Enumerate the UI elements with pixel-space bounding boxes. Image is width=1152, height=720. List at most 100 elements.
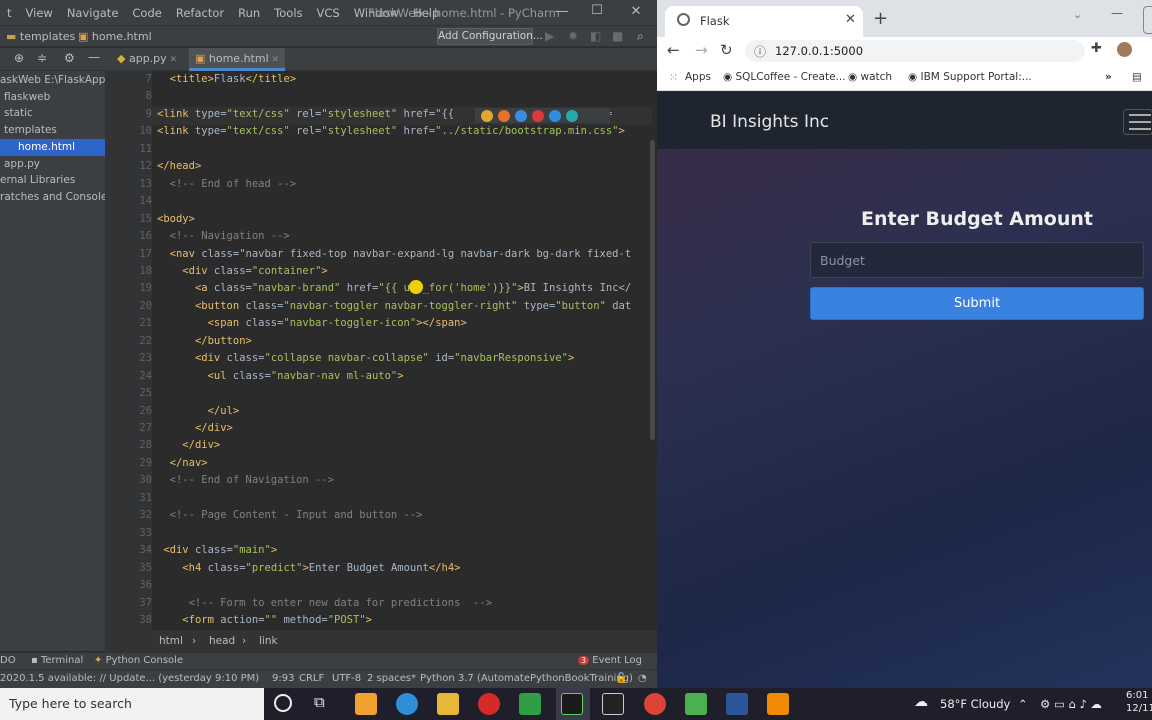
forward-arrow-icon[interactable]: → — [695, 41, 708, 59]
editor-scrollbar[interactable] — [650, 140, 655, 440]
maximize-icon[interactable]: ☐ — [589, 3, 605, 18]
navbar-brand[interactable]: BI Insights Inc — [710, 112, 829, 132]
opera-icon[interactable] — [532, 109, 544, 122]
code-line[interactable]: <title>Flask</title> — [157, 71, 296, 89]
project-tree-item[interactable]: ernal Libraries — [0, 172, 105, 189]
breadcrumb-item[interactable]: link — [259, 635, 278, 647]
indent-setting[interactable]: 2 spaces* — [367, 673, 416, 684]
more-bookmarks-icon[interactable]: » — [1105, 71, 1112, 83]
code-line[interactable]: <button class="navbar-toggler navbar-tog… — [157, 298, 631, 316]
locate-icon[interactable]: ⊕ — [14, 51, 24, 65]
back-arrow-icon[interactable]: ← — [667, 41, 680, 59]
debug-icon[interactable]: ✹ — [568, 29, 578, 43]
file-explorer-icon[interactable] — [437, 693, 459, 715]
stop-icon[interactable]: ■ — [612, 29, 623, 43]
cursor-position[interactable]: 9:93 — [272, 673, 294, 684]
code-line[interactable]: </div> — [157, 437, 220, 455]
edge-taskbar-icon[interactable] — [396, 693, 418, 715]
file-encoding[interactable]: UTF-8 — [332, 673, 361, 684]
menu-item[interactable]: Tools — [267, 6, 309, 20]
code-line[interactable]: </button> — [157, 333, 252, 351]
project-tree-item[interactable]: app.py — [0, 156, 105, 173]
bookmark-sqlcoffee[interactable]: ◉ SQLCoffee - Create... — [723, 71, 846, 83]
run-icon[interactable]: ▶ — [545, 29, 554, 43]
code-line[interactable]: <span class="navbar-toggler-icon"></span… — [157, 315, 467, 333]
menu-item[interactable]: View — [19, 6, 60, 20]
vlc-icon[interactable] — [767, 693, 789, 715]
breadcrumb-item[interactable]: html — [159, 635, 183, 647]
python-console-tool[interactable]: ✦ Python Console — [94, 655, 183, 666]
chrome-taskbar-icon[interactable] — [644, 693, 666, 715]
store-icon[interactable] — [355, 693, 377, 715]
tray-icons[interactable]: ⚙ ▭ ⌂ ♪ ☁ — [1040, 697, 1102, 711]
cortana-icon[interactable] — [274, 694, 292, 712]
url-text[interactable]: 127.0.0.1:5000 — [775, 44, 863, 58]
code-line[interactable]: <div class="main"> — [157, 542, 277, 560]
update-status[interactable]: 2020.1.5 available: // Update... (yester… — [0, 673, 259, 684]
code-line[interactable]: <!-- Navigation --> — [157, 228, 290, 246]
breadcrumb-file[interactable]: ▣ home.html — [78, 30, 152, 43]
code-line[interactable]: </nav> — [157, 455, 208, 473]
reading-list-icon[interactable]: ▤ — [1132, 71, 1142, 83]
clock[interactable]: 6:01 P 12/11/2 — [1126, 689, 1152, 715]
chevron-down-icon[interactable]: ⌄ — [1073, 8, 1082, 21]
safari-icon[interactable] — [515, 109, 527, 122]
task-view-icon[interactable]: ⧉ — [314, 693, 325, 711]
hide-icon[interactable]: — — [88, 50, 100, 64]
close-icon[interactable]: ✕ — [628, 4, 644, 19]
minimize-browser-icon[interactable]: — — [1111, 6, 1123, 20]
code-line[interactable]: </head> — [157, 158, 201, 176]
collapse-icon[interactable]: ≑ — [37, 51, 47, 65]
code-line[interactable]: <ul class="navbar-nav ml-auto"> — [157, 368, 404, 386]
search-icon[interactable]: ⌕ — [637, 29, 644, 44]
code-line[interactable]: </ul> — [157, 403, 240, 421]
budget-input[interactable]: Budget — [810, 242, 1144, 278]
chrome-icon[interactable] — [481, 109, 493, 122]
code-line[interactable]: <div class="container"> — [157, 263, 327, 281]
tab-app-py[interactable]: ◆ app.py ✕ — [111, 48, 183, 71]
info-icon[interactable]: ⓘ — [754, 43, 766, 60]
code-line[interactable]: <div class="collapse navbar-collapse" id… — [157, 350, 574, 368]
edge-icon[interactable] — [566, 109, 578, 122]
menu-item[interactable]: Refactor — [169, 6, 231, 20]
apps-grid-icon[interactable]: ⁙ — [669, 71, 678, 84]
browser-tab[interactable]: Flask ✕ — [665, 6, 863, 37]
bookmark-ibm[interactable]: ◉ IBM Support Portal:... — [908, 71, 1032, 83]
notepadpp-icon[interactable] — [519, 693, 541, 715]
add-configuration-button[interactable]: Add Configuration... — [437, 28, 543, 45]
line-separator[interactable]: CRLF — [299, 673, 324, 684]
breadcrumb-folder[interactable]: ▬ templates — [6, 30, 75, 43]
weather[interactable]: 58°F Cloudy — [940, 697, 1010, 711]
menu-item[interactable]: Run — [231, 6, 267, 20]
code-line[interactable]: <a class="navbar-brand" href="{{ url_for… — [157, 280, 631, 298]
opera-taskbar-icon[interactable] — [478, 693, 500, 715]
project-tree-item[interactable]: flaskweb — [0, 89, 105, 106]
toolbox-icon[interactable] — [685, 693, 707, 715]
code-line[interactable]: <!-- End of head --> — [157, 176, 296, 194]
notifications-icon[interactable]: ◔ — [638, 673, 647, 684]
bookmark-watch[interactable]: ◉ watch — [848, 71, 892, 83]
code-line[interactable]: <form action="" method="POST"> — [157, 612, 372, 630]
minimize-icon[interactable]: — — [554, 4, 570, 19]
code-line[interactable]: <!-- Form to enter new data for predicti… — [157, 595, 492, 613]
close-tab-icon[interactable]: ✕ — [269, 55, 280, 65]
project-tree-item[interactable]: home.html — [0, 138, 105, 156]
new-tab-icon[interactable]: + — [873, 10, 888, 28]
code-line[interactable]: <nav class="navbar fixed-top navbar-expa… — [157, 246, 631, 264]
menu-item[interactable]: Code — [125, 6, 168, 20]
project-tree-item[interactable]: static — [0, 105, 105, 122]
extensions-icon[interactable]: ✚ — [1091, 41, 1102, 56]
terminal-tool[interactable]: ▪ Terminal — [31, 655, 83, 666]
avatar[interactable] — [1117, 42, 1132, 57]
project-tree-item[interactable]: ratches and Consoles — [0, 189, 105, 206]
breadcrumb-item[interactable]: head — [209, 635, 235, 647]
cmd-icon[interactable] — [602, 693, 624, 715]
code-line[interactable]: <!-- Page Content - Input and button --> — [157, 507, 423, 525]
menu-item[interactable]: Navigate — [60, 6, 126, 20]
project-tree-item[interactable]: askWeb E:\FlaskApplica — [0, 72, 105, 89]
firefox-icon[interactable] — [498, 109, 510, 122]
pycharm-taskbar-icon[interactable] — [561, 693, 583, 715]
lock-icon[interactable]: 🔓 — [615, 673, 627, 684]
menu-item[interactable]: t — [0, 6, 19, 20]
close-tab-icon[interactable]: ✕ — [845, 12, 856, 27]
